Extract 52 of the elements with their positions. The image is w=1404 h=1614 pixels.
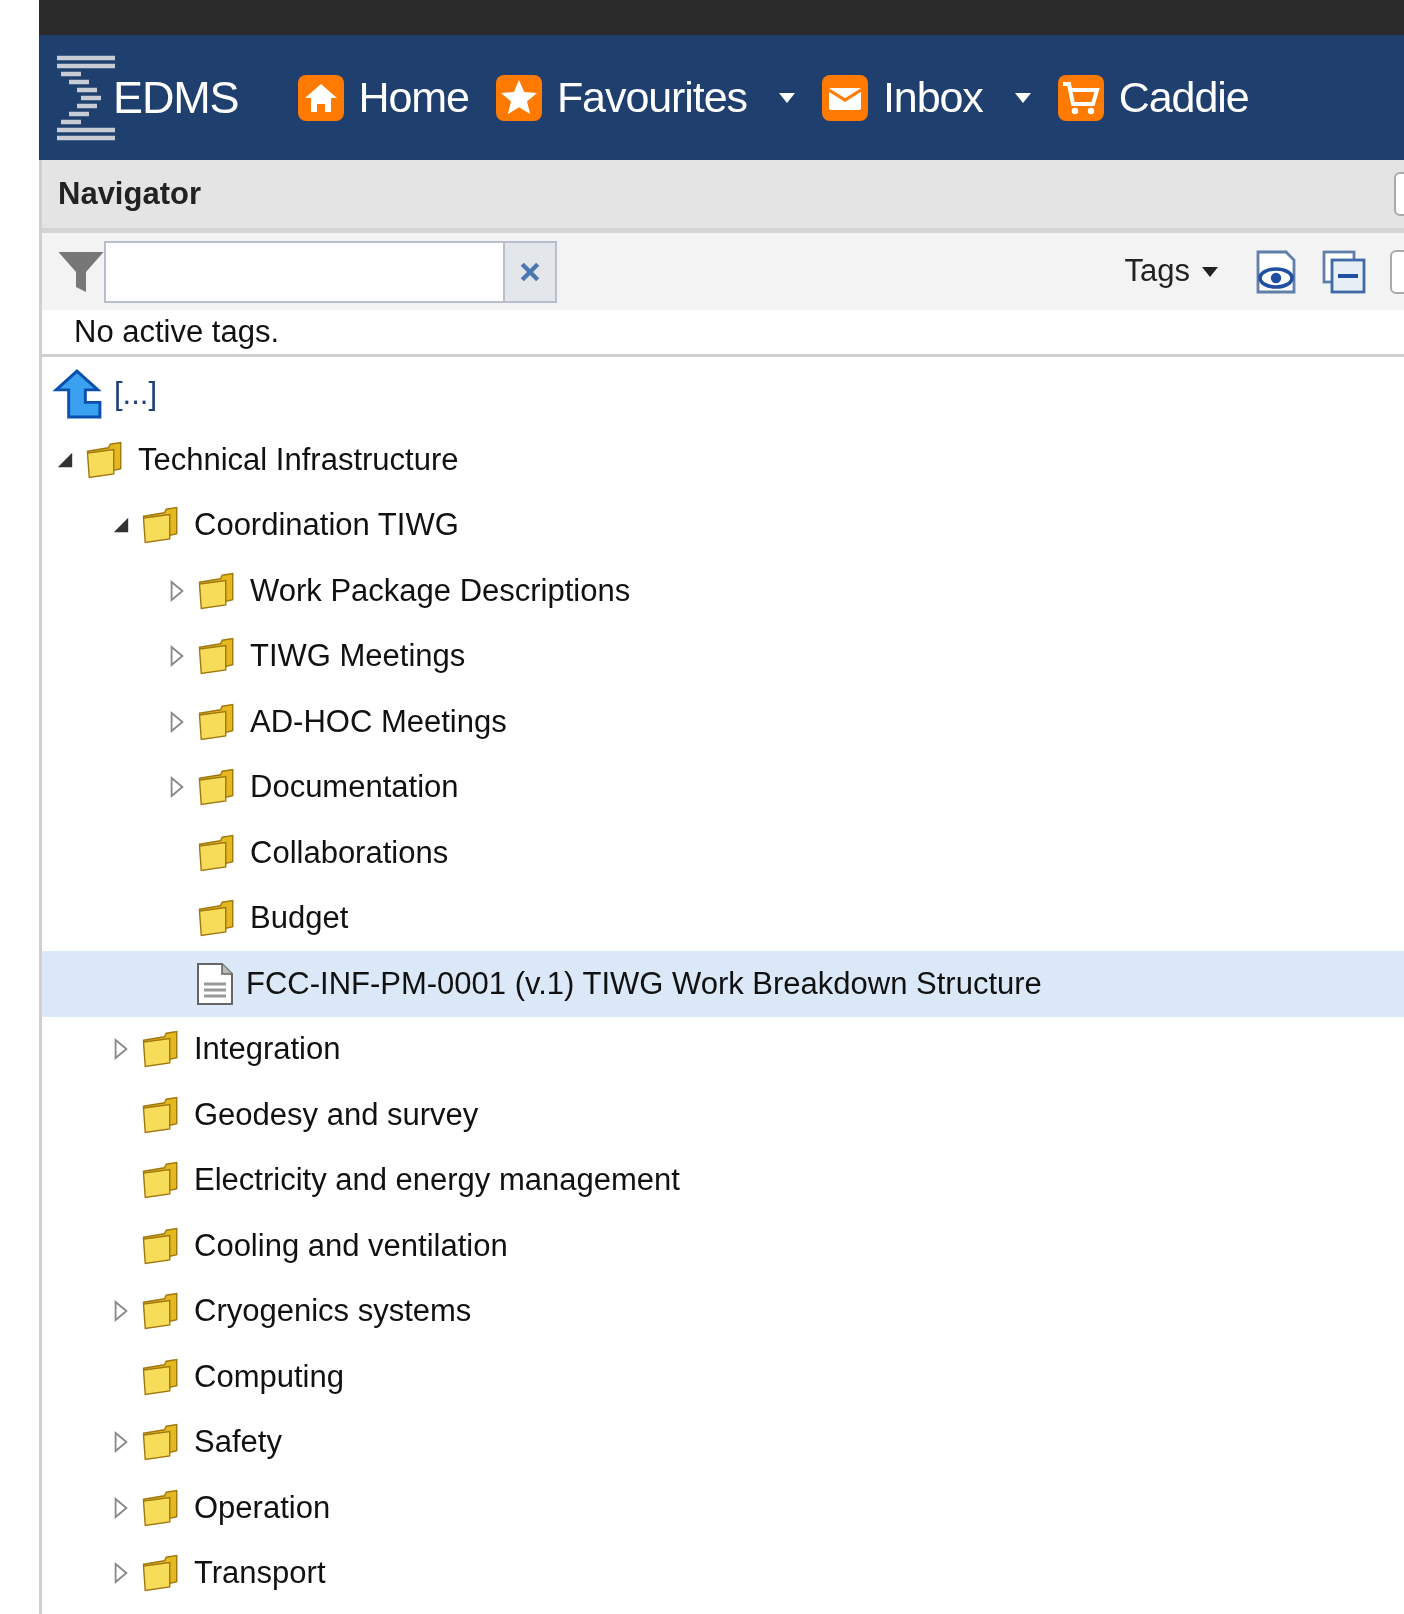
tree-item-label: Collaborations — [250, 833, 449, 872]
nav-link[interactable]: Home — [296, 65, 469, 130]
up-arrow-icon[interactable] — [52, 369, 102, 419]
expand-toggle-icon[interactable] — [112, 1431, 130, 1454]
expand-toggle-icon[interactable] — [112, 1038, 130, 1061]
tree-item-label: Technical Infrastructure — [138, 440, 459, 479]
expand-toggle-icon[interactable] — [112, 1562, 130, 1585]
parent-folder-link[interactable]: [...] — [114, 370, 158, 418]
expand-toggle-icon[interactable] — [112, 1496, 130, 1519]
tree-item-label: Cryogenics systems — [194, 1292, 472, 1330]
tree-item-label: Work Package Descriptions — [250, 571, 631, 610]
home-icon — [296, 73, 345, 122]
collapse-toggle-icon[interactable] — [112, 516, 130, 535]
tree-item-label: Coordination TIWG — [194, 506, 459, 544]
close-icon — [519, 260, 541, 283]
nav-link[interactable]: Caddie — [1056, 65, 1249, 130]
tree-item-label: Budget — [250, 899, 349, 937]
eye-icon[interactable] — [1254, 249, 1298, 294]
tree-item-label: Geodesy and survey — [194, 1095, 479, 1134]
tree-item-label: Integration — [194, 1030, 341, 1068]
nav-link[interactable]: Favourites — [494, 65, 795, 130]
tree-item-label: Cooling and ventilation — [194, 1226, 508, 1265]
expand-toggle-icon[interactable] — [168, 710, 186, 733]
collapse-toggle-icon[interactable] — [56, 450, 74, 469]
envelope-icon — [820, 73, 869, 122]
tree-item-label: FCC-INF-PM-0001 (v.1) TIWG Work Breakdown Structure — [246, 964, 1042, 1003]
collapse-all-icon[interactable] — [1322, 249, 1366, 294]
cart-icon — [1056, 73, 1105, 122]
tree-item-label: AD-HOC Meetings — [250, 702, 507, 741]
app-logo-text: EDMS — [113, 70, 239, 125]
tags-status-text: No active tags. — [74, 312, 280, 351]
tree-item-label: Operation — [194, 1488, 331, 1527]
tree-row[interactable]: FCC-INF-PM-0001 (v.1) TIWG Work Breakdown Structure — [42, 951, 1404, 1017]
tree-item-label: Safety — [194, 1423, 282, 1461]
panel-title: Navigator — [58, 174, 201, 213]
filter-field[interactable] — [104, 240, 557, 303]
tree-item-label: Transport — [194, 1554, 326, 1592]
nav-link[interactable]: Inbox — [820, 65, 1031, 130]
expand-toggle-icon[interactable] — [168, 776, 186, 799]
expand-toggle-icon[interactable] — [112, 1300, 130, 1323]
tags-dropdown[interactable]: Tags — [1124, 248, 1218, 295]
document-icon — [196, 961, 234, 1006]
tree-item-label: Documentation — [250, 768, 459, 806]
tree-item-label: Computing — [194, 1357, 344, 1396]
caret-icon[interactable] — [778, 92, 795, 103]
expand-toggle-icon[interactable] — [168, 579, 186, 602]
caret-icon — [1202, 266, 1218, 277]
clear-button[interactable] — [503, 242, 555, 301]
expand-toggle-icon[interactable] — [168, 645, 186, 668]
caret-icon[interactable] — [1014, 92, 1031, 103]
tree-item-label: Electricity and energy management — [194, 1161, 680, 1199]
tree-item-label: TIWG Meetings — [250, 637, 466, 675]
